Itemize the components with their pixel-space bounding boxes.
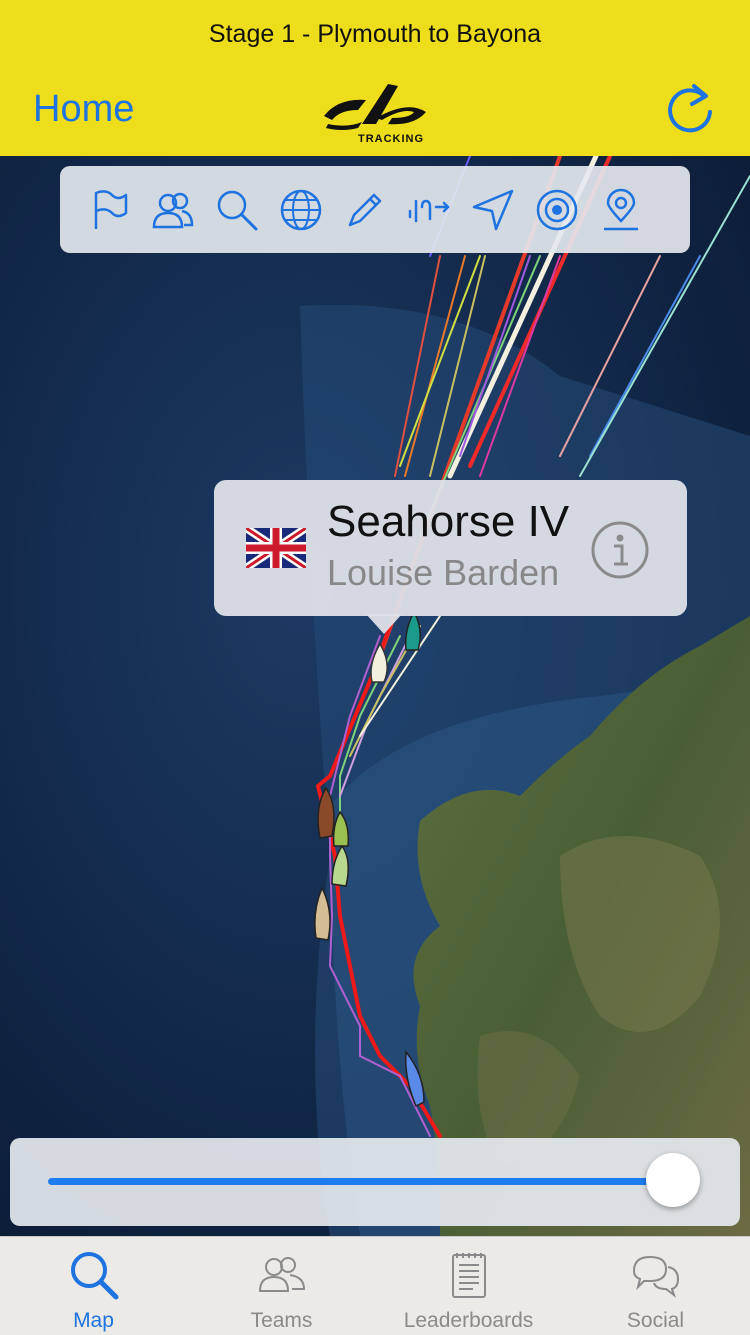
people-icon bbox=[258, 1257, 305, 1292]
tab-bar: Map Teams Leaderboards Social bbox=[0, 1236, 750, 1335]
people-icon[interactable] bbox=[148, 185, 198, 235]
notepad-icon bbox=[451, 1253, 486, 1298]
pencil-icon[interactable] bbox=[340, 185, 390, 235]
search-icon[interactable] bbox=[212, 185, 262, 235]
tab-label: Teams bbox=[250, 1309, 313, 1332]
boat-name: Seahorse IV bbox=[327, 497, 570, 546]
tab-teams[interactable]: Teams bbox=[188, 1237, 375, 1335]
map-view[interactable] bbox=[0, 156, 750, 1236]
svg-text:TRACKING: TRACKING bbox=[358, 133, 424, 145]
tab-label: Social bbox=[626, 1309, 685, 1332]
wind-icon[interactable] bbox=[404, 185, 454, 235]
header: Stage 1 - Plymouth to Bayona Home TRACKI… bbox=[0, 0, 750, 156]
globe-icon[interactable] bbox=[276, 185, 326, 235]
search-icon bbox=[70, 1252, 118, 1300]
united-kingdom-flag-icon bbox=[246, 528, 306, 568]
chat-bubbles-icon bbox=[632, 1255, 679, 1298]
refresh-icon[interactable] bbox=[664, 82, 716, 134]
target-icon[interactable] bbox=[532, 185, 582, 235]
timeline-thumb[interactable] bbox=[646, 1153, 700, 1207]
tab-map[interactable]: Map bbox=[0, 1237, 187, 1335]
timeline-slider-panel bbox=[10, 1138, 740, 1226]
skipper-name: Louise Barden bbox=[327, 552, 560, 593]
home-button[interactable]: Home bbox=[33, 88, 134, 131]
tab-social[interactable]: Social bbox=[562, 1237, 749, 1335]
tab-label: Map bbox=[73, 1309, 114, 1332]
info-icon[interactable] bbox=[590, 520, 650, 580]
timeline-track[interactable] bbox=[48, 1178, 668, 1185]
yb-tracking-logo: TRACKING bbox=[324, 84, 426, 145]
satellite-map[interactable] bbox=[0, 156, 750, 1236]
tab-label: Leaderboards bbox=[403, 1309, 534, 1332]
tab-leaderboards[interactable]: Leaderboards bbox=[375, 1237, 562, 1335]
boat-callout[interactable]: Seahorse IV Louise Barden bbox=[214, 480, 687, 634]
race-title: Stage 1 - Plymouth to Bayona bbox=[208, 20, 542, 48]
flag-icon[interactable] bbox=[84, 185, 134, 235]
map-toolbar bbox=[60, 166, 690, 253]
navigation-arrow-icon[interactable] bbox=[468, 185, 518, 235]
map-pin-icon[interactable] bbox=[596, 185, 646, 235]
